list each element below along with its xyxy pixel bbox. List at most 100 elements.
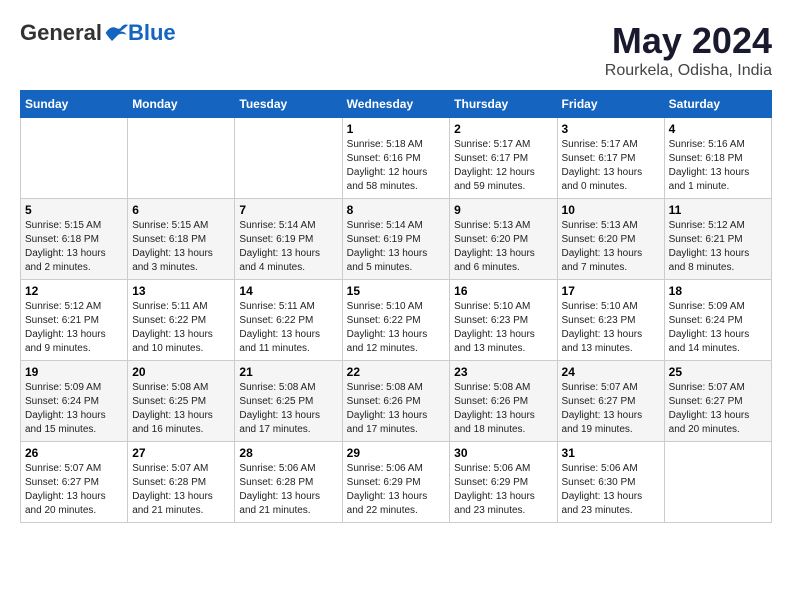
calendar-body: 1 Sunrise: 5:18 AM Sunset: 6:16 PM Daylig… bbox=[21, 118, 772, 523]
day-number: 7 bbox=[239, 203, 337, 217]
calendar-header: SundayMondayTuesdayWednesdayThursdayFrid… bbox=[21, 91, 772, 118]
location: Rourkela, Odisha, India bbox=[605, 62, 772, 80]
day-header-friday: Friday bbox=[557, 91, 664, 118]
day-info: Sunrise: 5:07 AM Sunset: 6:28 PM Dayligh… bbox=[132, 462, 230, 518]
day-number: 20 bbox=[132, 365, 230, 379]
day-info: Sunrise: 5:09 AM Sunset: 6:24 PM Dayligh… bbox=[669, 300, 767, 356]
calendar-week-4: 19Sunrise: 5:09 AM Sunset: 6:24 PM Dayli… bbox=[21, 361, 772, 442]
day-number: 27 bbox=[132, 446, 230, 460]
calendar-cell: 6 Sunrise: 5:15 AM Sunset: 6:18 PM Daylig… bbox=[128, 199, 235, 280]
day-info: Sunrise: 5:07 AM Sunset: 6:27 PM Dayligh… bbox=[25, 462, 123, 518]
calendar-cell: 18 Sunrise: 5:09 AM Sunset: 6:24 PM Dayli… bbox=[664, 280, 771, 361]
page-header: General Blue May 2024 Rourkela, Odisha, … bbox=[20, 20, 772, 80]
calendar-cell: 17 Sunrise: 5:10 AM Sunset: 6:23 PM Dayli… bbox=[557, 280, 664, 361]
day-info: Sunrise: 5:17 AM Sunset: 6:17 PM Dayligh… bbox=[454, 138, 552, 194]
month-title: May 2024 bbox=[605, 20, 772, 62]
day-info: Sunrise: 5:13 AM Sunset: 6:20 PM Dayligh… bbox=[562, 219, 660, 275]
day-info: Sunrise: 5:10 AM Sunset: 6:22 PM Dayligh… bbox=[347, 300, 446, 356]
day-number: 26 bbox=[25, 446, 123, 460]
calendar-cell: 10 Sunrise: 5:13 AM Sunset: 6:20 PM Dayli… bbox=[557, 199, 664, 280]
day-info: Sunrise: 5:15 AM Sunset: 6:18 PM Dayligh… bbox=[132, 219, 230, 275]
day-number: 3 bbox=[562, 122, 660, 136]
calendar-table: SundayMondayTuesdayWednesdayThursdayFrid… bbox=[20, 90, 772, 523]
day-number: 21 bbox=[239, 365, 337, 379]
day-info: Sunrise: 5:18 AM Sunset: 6:16 PM Dayligh… bbox=[347, 138, 446, 194]
day-number: 13 bbox=[132, 284, 230, 298]
day-info: Sunrise: 5:06 AM Sunset: 6:29 PM Dayligh… bbox=[347, 462, 446, 518]
day-info: Sunrise: 5:08 AM Sunset: 6:25 PM Dayligh… bbox=[239, 381, 337, 437]
calendar-cell: 16 Sunrise: 5:10 AM Sunset: 6:23 PM Dayli… bbox=[450, 280, 557, 361]
day-info: Sunrise: 5:16 AM Sunset: 6:18 PM Dayligh… bbox=[669, 138, 767, 194]
day-number: 31 bbox=[562, 446, 660, 460]
calendar-cell: 29 Sunrise: 5:06 AM Sunset: 6:29 PM Dayli… bbox=[342, 442, 450, 523]
calendar-cell: 7 Sunrise: 5:14 AM Sunset: 6:19 PM Daylig… bbox=[235, 199, 342, 280]
calendar-cell: 12 Sunrise: 5:12 AM Sunset: 6:21 PM Dayli… bbox=[21, 280, 128, 361]
calendar-cell: 1 Sunrise: 5:18 AM Sunset: 6:16 PM Daylig… bbox=[342, 118, 450, 199]
calendar-cell: 14Sunrise: 5:11 AM Sunset: 6:22 PM Dayli… bbox=[235, 280, 342, 361]
day-info: Sunrise: 5:11 AM Sunset: 6:22 PM Dayligh… bbox=[132, 300, 230, 356]
day-number: 24 bbox=[562, 365, 660, 379]
day-number: 10 bbox=[562, 203, 660, 217]
calendar-cell: 19Sunrise: 5:09 AM Sunset: 6:24 PM Dayli… bbox=[21, 361, 128, 442]
day-number: 1 bbox=[347, 122, 446, 136]
day-number: 8 bbox=[347, 203, 446, 217]
calendar-cell: 11 Sunrise: 5:12 AM Sunset: 6:21 PM Dayli… bbox=[664, 199, 771, 280]
day-info: Sunrise: 5:12 AM Sunset: 6:21 PM Dayligh… bbox=[669, 219, 767, 275]
day-info: Sunrise: 5:09 AM Sunset: 6:24 PM Dayligh… bbox=[25, 381, 123, 437]
day-info: Sunrise: 5:06 AM Sunset: 6:30 PM Dayligh… bbox=[562, 462, 660, 518]
day-info: Sunrise: 5:06 AM Sunset: 6:29 PM Dayligh… bbox=[454, 462, 552, 518]
day-number: 12 bbox=[25, 284, 123, 298]
day-number: 5 bbox=[25, 203, 123, 217]
calendar-cell bbox=[21, 118, 128, 199]
calendar-cell: 25 Sunrise: 5:07 AM Sunset: 6:27 PM Dayli… bbox=[664, 361, 771, 442]
day-number: 11 bbox=[669, 203, 767, 217]
calendar-cell: 23Sunrise: 5:08 AM Sunset: 6:26 PM Dayli… bbox=[450, 361, 557, 442]
day-header-saturday: Saturday bbox=[664, 91, 771, 118]
day-info: Sunrise: 5:14 AM Sunset: 6:19 PM Dayligh… bbox=[239, 219, 337, 275]
day-number: 16 bbox=[454, 284, 552, 298]
day-info: Sunrise: 5:12 AM Sunset: 6:21 PM Dayligh… bbox=[25, 300, 123, 356]
day-info: Sunrise: 5:07 AM Sunset: 6:27 PM Dayligh… bbox=[669, 381, 767, 437]
calendar-week-5: 26 Sunrise: 5:07 AM Sunset: 6:27 PM Dayli… bbox=[21, 442, 772, 523]
day-header-tuesday: Tuesday bbox=[235, 91, 342, 118]
day-number: 28 bbox=[239, 446, 337, 460]
calendar-cell: 26 Sunrise: 5:07 AM Sunset: 6:27 PM Dayli… bbox=[21, 442, 128, 523]
calendar-cell: 31 Sunrise: 5:06 AM Sunset: 6:30 PM Dayli… bbox=[557, 442, 664, 523]
calendar-cell: 28 Sunrise: 5:06 AM Sunset: 6:28 PM Dayli… bbox=[235, 442, 342, 523]
day-number: 2 bbox=[454, 122, 552, 136]
day-number: 25 bbox=[669, 365, 767, 379]
day-info: Sunrise: 5:10 AM Sunset: 6:23 PM Dayligh… bbox=[562, 300, 660, 356]
day-info: Sunrise: 5:15 AM Sunset: 6:18 PM Dayligh… bbox=[25, 219, 123, 275]
day-number: 6 bbox=[132, 203, 230, 217]
day-number: 4 bbox=[669, 122, 767, 136]
day-info: Sunrise: 5:06 AM Sunset: 6:28 PM Dayligh… bbox=[239, 462, 337, 518]
calendar-cell bbox=[128, 118, 235, 199]
title-block: May 2024 Rourkela, Odisha, India bbox=[605, 20, 772, 80]
day-number: 30 bbox=[454, 446, 552, 460]
calendar-week-1: 1 Sunrise: 5:18 AM Sunset: 6:16 PM Daylig… bbox=[21, 118, 772, 199]
logo-general: General bbox=[20, 20, 102, 46]
calendar-cell: 2 Sunrise: 5:17 AM Sunset: 6:17 PM Daylig… bbox=[450, 118, 557, 199]
day-number: 17 bbox=[562, 284, 660, 298]
day-info: Sunrise: 5:13 AM Sunset: 6:20 PM Dayligh… bbox=[454, 219, 552, 275]
calendar-cell: 22 Sunrise: 5:08 AM Sunset: 6:26 PM Dayli… bbox=[342, 361, 450, 442]
day-number: 18 bbox=[669, 284, 767, 298]
calendar-cell: 21 Sunrise: 5:08 AM Sunset: 6:25 PM Dayli… bbox=[235, 361, 342, 442]
calendar-cell: 9Sunrise: 5:13 AM Sunset: 6:20 PM Daylig… bbox=[450, 199, 557, 280]
day-number: 22 bbox=[347, 365, 446, 379]
day-info: Sunrise: 5:08 AM Sunset: 6:26 PM Dayligh… bbox=[454, 381, 552, 437]
day-info: Sunrise: 5:10 AM Sunset: 6:23 PM Dayligh… bbox=[454, 300, 552, 356]
day-number: 29 bbox=[347, 446, 446, 460]
day-header-thursday: Thursday bbox=[450, 91, 557, 118]
day-info: Sunrise: 5:08 AM Sunset: 6:26 PM Dayligh… bbox=[347, 381, 446, 437]
day-number: 15 bbox=[347, 284, 446, 298]
day-number: 14 bbox=[239, 284, 337, 298]
day-info: Sunrise: 5:08 AM Sunset: 6:25 PM Dayligh… bbox=[132, 381, 230, 437]
logo-bird-icon bbox=[104, 23, 128, 43]
calendar-cell: 24Sunrise: 5:07 AM Sunset: 6:27 PM Dayli… bbox=[557, 361, 664, 442]
calendar-cell bbox=[664, 442, 771, 523]
calendar-week-2: 5 Sunrise: 5:15 AM Sunset: 6:18 PM Daylig… bbox=[21, 199, 772, 280]
calendar-cell: 30 Sunrise: 5:06 AM Sunset: 6:29 PM Dayli… bbox=[450, 442, 557, 523]
calendar-cell: 15 Sunrise: 5:10 AM Sunset: 6:22 PM Dayli… bbox=[342, 280, 450, 361]
calendar-cell: 13 Sunrise: 5:11 AM Sunset: 6:22 PM Dayli… bbox=[128, 280, 235, 361]
